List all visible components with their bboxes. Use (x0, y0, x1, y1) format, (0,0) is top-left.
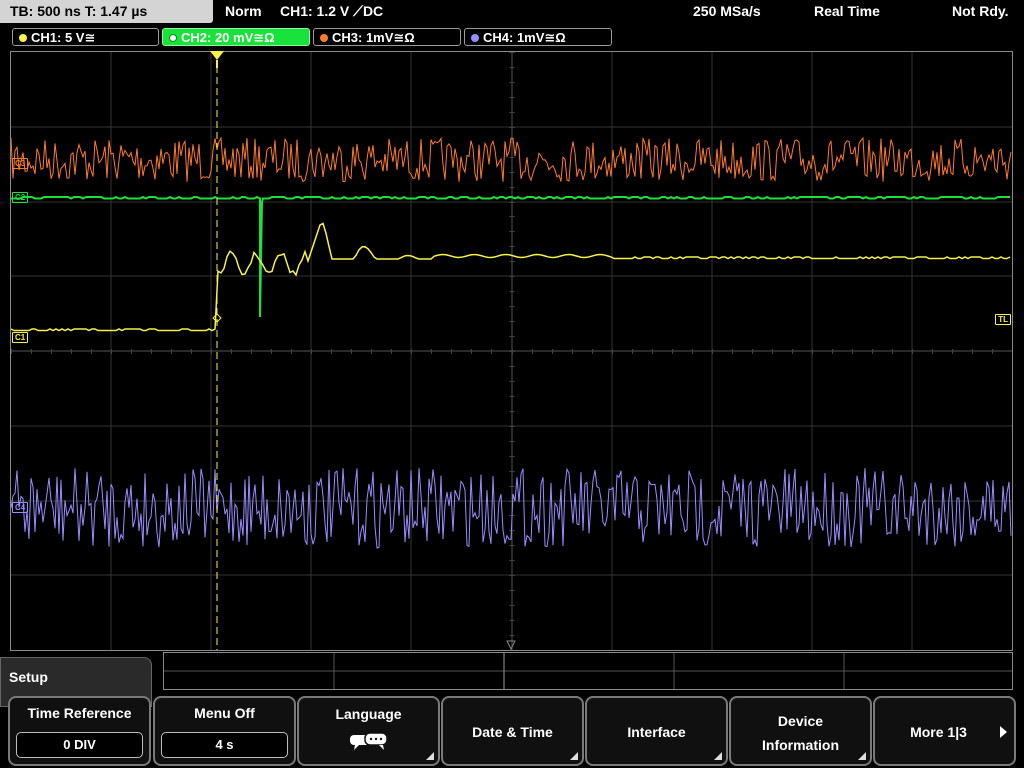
menu-off-value: 4 s (161, 732, 288, 758)
interface-label: Interface (627, 724, 686, 740)
submenu-corner-icon (714, 752, 722, 760)
trigger-level-label[interactable]: TL (995, 314, 1011, 325)
ch4-offset-marker[interactable]: C4 (12, 502, 29, 513)
ch3-waveform (11, 136, 1012, 183)
trigger-readout[interactable]: CH1: 1.2 V ⟋DC (280, 0, 383, 23)
language-label: Language (335, 706, 402, 722)
ch4-waveform (11, 467, 1012, 549)
date-time-button[interactable]: Date & Time (441, 696, 584, 766)
ch4-dot-icon (471, 34, 479, 42)
ch2-offset-marker[interactable]: C2 (12, 192, 29, 203)
date-time-label: Date & Time (472, 724, 553, 740)
submenu-corner-icon (858, 752, 866, 760)
trigger-status: Not Rdy. (952, 3, 1009, 19)
channel-tab-ch3[interactable]: CH3: 1mV≅Ω (313, 28, 461, 46)
ch2-label: CH2: 20 mV≅Ω (181, 30, 275, 45)
trigger-arrow-icon (210, 51, 224, 68)
acquisition-mode: Real Time (814, 3, 880, 19)
time-reference-button[interactable]: Time Reference 0 DIV (8, 696, 151, 766)
ch4-label: CH4: 1mV≅Ω (483, 30, 566, 45)
menu-title: Setup (9, 669, 48, 685)
more-label: More 1|3 (910, 724, 967, 740)
language-button[interactable]: Language (297, 696, 440, 766)
time-reference-value: 0 DIV (16, 732, 143, 758)
interface-button[interactable]: Interface (585, 696, 728, 766)
menu-off-label: Menu Off (194, 705, 255, 721)
next-page-arrow-icon (1000, 726, 1007, 738)
more-button[interactable]: More 1|3 (873, 696, 1016, 766)
speech-bubble-icon (350, 732, 388, 750)
time-reference-marker (506, 640, 516, 650)
overview-strip (163, 652, 1013, 690)
ch1-label: CH1: 5 V≅ (31, 30, 96, 45)
timebase-readout[interactable]: TB: 500 ns T: 1.47 µs (0, 0, 213, 23)
ch2-dot-icon (169, 34, 177, 42)
trigger-time-marker[interactable] (209, 50, 225, 68)
ch3-offset-marker[interactable]: C3 (12, 158, 29, 169)
sample-rate: 250 MSa/s (693, 3, 761, 19)
time-reference-label: Time Reference (27, 705, 132, 721)
ch3-label: CH3: 1mV≅Ω (332, 30, 415, 45)
trigger-mode[interactable]: Norm (225, 0, 262, 23)
menu-off-button[interactable]: Menu Off 4 s (153, 696, 296, 766)
information-label: Information (762, 737, 839, 753)
submenu-corner-icon (570, 752, 578, 760)
channel-tab-ch1[interactable]: CH1: 5 V≅ (12, 28, 159, 46)
ch1-dot-icon (19, 34, 27, 42)
submenu-corner-icon (426, 752, 434, 760)
ch1-offset-marker[interactable]: C1 (12, 332, 29, 343)
device-label: Device (777, 713, 824, 729)
channel-tab-ch2[interactable]: CH2: 20 mV≅Ω (162, 28, 310, 46)
waveform-canvas (11, 52, 1012, 650)
status-bar: TB: 500 ns T: 1.47 µs Norm CH1: 1.2 V ⟋D… (0, 0, 1024, 24)
waveform-display[interactable]: C3 C2 C1 C4 TL (10, 51, 1013, 651)
channel-tab-ch4[interactable]: CH4: 1mV≅Ω (464, 28, 612, 46)
device-information-button[interactable]: Device Information (729, 696, 872, 766)
overview-grid (164, 653, 1012, 689)
graticule-dots (11, 52, 993, 636)
ch3-dot-icon (320, 34, 328, 42)
